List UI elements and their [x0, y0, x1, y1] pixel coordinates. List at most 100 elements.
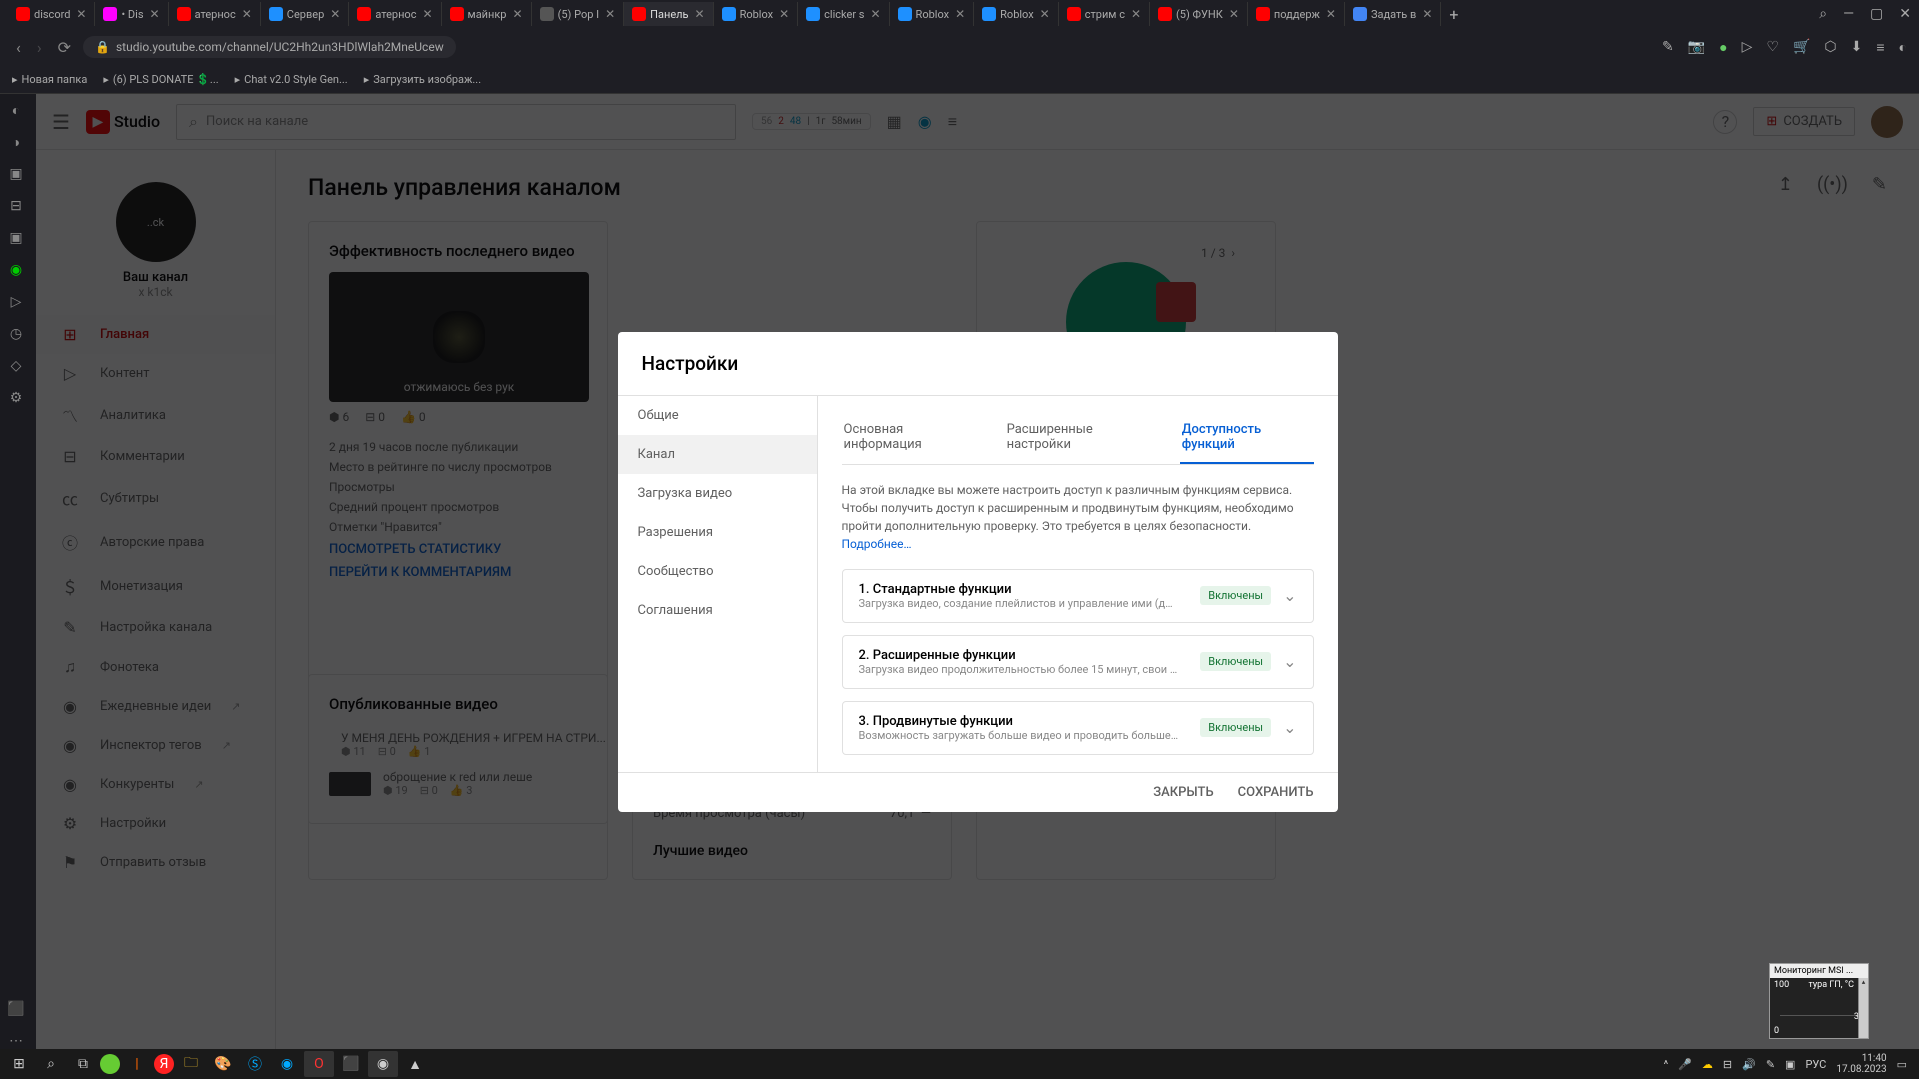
back-button[interactable]: ‹ [12, 34, 25, 61]
side-icon[interactable]: ▣ [8, 230, 24, 246]
tray-icon[interactable]: 🎤 [1678, 1058, 1692, 1071]
side-icon[interactable]: ⚙ [8, 390, 24, 406]
feature-item[interactable]: 3. Продвинутые функцииВозможность загруж… [842, 701, 1314, 755]
app-icon[interactable] [100, 1054, 120, 1074]
close-icon[interactable]: ✕ [76, 7, 86, 21]
save-button[interactable]: СОХРАНИТЬ [1238, 785, 1314, 800]
side-icon[interactable]: ◑ [8, 134, 24, 150]
profile-icon[interactable]: ◐ [1899, 39, 1907, 56]
close-icon[interactable]: ✕ [955, 7, 965, 21]
modal-nav-item[interactable]: Загрузка видео [618, 474, 817, 513]
search-button[interactable]: ⌕ [36, 1051, 66, 1077]
close-icon[interactable]: ✕ [1040, 7, 1050, 21]
chevron-down-icon[interactable]: ⌄ [1283, 718, 1296, 737]
close-icon[interactable]: ✕ [1229, 7, 1239, 21]
browser-tab[interactable]: Сервер✕ [261, 2, 350, 26]
close-icon[interactable]: ✕ [242, 7, 252, 21]
clock[interactable]: 11:40 17.08.2023 [1836, 1053, 1886, 1075]
explorer-icon[interactable]: 🗀 [176, 1051, 206, 1077]
edge-icon[interactable]: ◉ [272, 1051, 302, 1077]
close-button[interactable]: ЗАКРЫТЬ [1153, 785, 1213, 800]
browser-tab[interactable]: Roblox✕ [890, 2, 975, 26]
bookmark-item[interactable]: ▸(6) PLS DONATE 💲... [103, 73, 218, 86]
minimize-icon[interactable]: — [1843, 6, 1854, 22]
close-icon[interactable]: ✕ [330, 7, 340, 21]
feature-item[interactable]: 1. Стандартные функцииЗагрузка видео, со… [842, 569, 1314, 623]
browser-tab[interactable]: (5) Pop I✕ [532, 2, 625, 26]
skype-icon[interactable]: Ⓢ [240, 1051, 270, 1077]
close-icon[interactable]: ✕ [870, 7, 880, 21]
maximize-icon[interactable]: ▢ [1870, 6, 1883, 22]
chevron-down-icon[interactable]: ⌄ [1283, 652, 1296, 671]
browser-tab[interactable]: поддерж✕ [1248, 2, 1345, 26]
bookmark-item[interactable]: ▸Chat v2.0 Style Gen... [235, 73, 348, 86]
tray-icon[interactable]: ⊟ [1723, 1058, 1732, 1071]
side-icon[interactable]: ▣ [8, 166, 24, 182]
browser-tab[interactable]: discord✕ [8, 2, 95, 26]
cube-icon[interactable]: ⬡ [1824, 39, 1836, 56]
obs-icon[interactable]: ◉ [368, 1051, 398, 1077]
edit-icon[interactable]: ✎ [1662, 39, 1674, 56]
browser-tab[interactable]: стрим с✕ [1059, 2, 1150, 26]
forward-button[interactable]: › [33, 34, 46, 61]
browser-tab[interactable]: • Dis✕ [95, 2, 168, 26]
task-view-button[interactable]: ⧉ [68, 1051, 98, 1077]
play-icon[interactable]: ▷ [1742, 39, 1753, 56]
browser-tab[interactable]: clicker s✕ [798, 2, 889, 26]
more-icon[interactable]: ⋯ [8, 1033, 24, 1049]
tray-icon[interactable]: ☁ [1702, 1058, 1713, 1071]
start-button[interactable]: ⊞ [4, 1051, 34, 1077]
close-icon[interactable]: ✕ [779, 7, 789, 21]
camera-icon[interactable]: 📷 [1688, 39, 1705, 56]
search-icon[interactable]: ⌕ [1819, 6, 1827, 22]
close-icon[interactable]: ✕ [1131, 7, 1141, 21]
modal-tab[interactable]: Расширенные настройки [1005, 412, 1156, 464]
close-icon[interactable]: ✕ [513, 7, 523, 21]
close-icon[interactable]: ✕ [1422, 7, 1432, 21]
app-icon[interactable]: Я [154, 1054, 174, 1074]
modal-nav-item[interactable]: Разрешения [618, 513, 817, 552]
side-icon[interactable]: ◷ [8, 326, 24, 342]
download-icon[interactable]: ⬇ [1851, 39, 1863, 56]
tray-icon[interactable]: ✎ [1766, 1058, 1775, 1071]
close-icon[interactable]: ✕ [605, 7, 615, 21]
side-icon[interactable]: ▷ [8, 294, 24, 310]
close-icon[interactable]: ✕ [695, 7, 705, 21]
app-icon[interactable]: ▲ [400, 1051, 430, 1077]
close-icon[interactable]: ✕ [1326, 7, 1336, 21]
modal-nav-item[interactable]: Канал [618, 435, 817, 474]
shield-icon[interactable]: ● [1719, 39, 1727, 56]
side-icon[interactable]: ⊟ [8, 198, 24, 214]
bookmark-item[interactable]: ▸Загрузить изображ... [364, 73, 481, 86]
modal-overlay[interactable]: Настройки ОбщиеКаналЗагрузка видеоРазреш… [36, 94, 1919, 1049]
side-icon[interactable]: ◐ [8, 102, 24, 118]
msi-monitor[interactable]: Мониторинг MSI ... 100 тура ГП, °C 34 0 … [1769, 963, 1869, 1039]
opera-icon[interactable]: O [304, 1051, 334, 1077]
browser-tab[interactable]: Панель✕ [624, 2, 713, 26]
side-icon[interactable]: ◇ [8, 358, 24, 374]
browser-tab[interactable]: (5) ФУНК✕ [1150, 2, 1248, 26]
close-icon[interactable]: ✕ [150, 7, 160, 21]
url-input[interactable]: 🔒 studio.youtube.com/channel/UC2Hh2un3HD… [83, 36, 456, 58]
cart-icon[interactable]: 🛒 [1793, 39, 1810, 56]
volume-icon[interactable]: 🔊 [1742, 1058, 1756, 1071]
bookmark-item[interactable]: ▸Новая папка [12, 73, 87, 86]
modal-tab[interactable]: Основная информация [842, 412, 981, 464]
close-icon[interactable]: ✕ [1899, 6, 1911, 22]
feature-item[interactable]: 2. Расширенные функцииЗагрузка видео про… [842, 635, 1314, 689]
heart-icon[interactable]: ♡ [1766, 39, 1779, 56]
close-icon[interactable]: ✕ [422, 7, 432, 21]
app-icon[interactable]: ⬛ [336, 1051, 366, 1077]
app-icon[interactable]: 🎨 [208, 1051, 238, 1077]
notifications-icon[interactable]: ▭ [1897, 1058, 1907, 1071]
browser-tab[interactable]: Задать в✕ [1345, 2, 1441, 26]
browser-tab[interactable]: Roblox✕ [714, 2, 799, 26]
menu-icon[interactable]: ≡ [1876, 39, 1884, 56]
browser-tab[interactable]: атернос✕ [349, 2, 441, 26]
browser-tab[interactable]: Roblox✕ [974, 2, 1059, 26]
browser-tab[interactable]: атернос✕ [169, 2, 261, 26]
tray-chevron-icon[interactable]: ^ [1664, 1058, 1669, 1071]
side-icon[interactable]: ⬛ [8, 1001, 24, 1017]
modal-tab[interactable]: Доступность функций [1180, 412, 1314, 464]
lang-indicator[interactable]: РУС [1805, 1058, 1826, 1071]
